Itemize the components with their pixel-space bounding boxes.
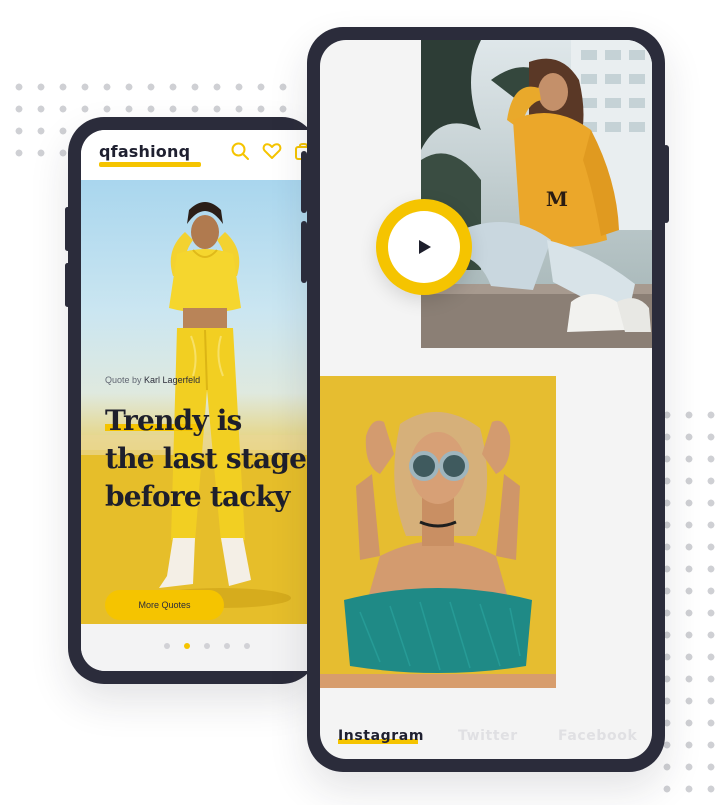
phone-side-button: [301, 221, 307, 283]
tab-facebook[interactable]: Facebook: [558, 728, 637, 744]
heart-icon[interactable]: [261, 140, 283, 162]
pager-dot[interactable]: [164, 643, 170, 649]
more-quotes-button[interactable]: More Quotes: [105, 590, 224, 620]
photo-model-sunglasses[interactable]: [320, 376, 556, 688]
showcase-stage: qfashionq Quote by Karl Lagerfeld Trendy…: [0, 0, 719, 805]
quote-attribution: Quote by Karl Lagerfeld: [105, 375, 200, 385]
social-tabs: Instagram Twitter Facebook: [320, 722, 652, 752]
play-button[interactable]: [388, 211, 460, 283]
quote-by-prefix: Quote by: [105, 375, 142, 385]
left-phone-screen: qfashionq Quote by Karl Lagerfeld Trendy…: [81, 130, 318, 671]
brand-logo[interactable]: qfashionq: [99, 142, 190, 161]
play-icon: [419, 240, 431, 254]
pager-dot[interactable]: [204, 643, 210, 649]
search-icon[interactable]: [229, 140, 251, 162]
model-sunglasses-illustration: [320, 376, 556, 688]
carousel-pager: [164, 643, 250, 649]
model-sitting-illustration: M: [421, 40, 652, 348]
phone-side-button: [663, 145, 669, 223]
dot-grid-decoration: [656, 404, 719, 796]
phone-side-button: [301, 151, 307, 213]
logo-underline: [99, 162, 201, 167]
photo-model-sitting[interactable]: M: [421, 40, 652, 348]
app-header: qfashionq: [81, 130, 318, 180]
carousel-footer: [81, 624, 318, 671]
pager-dot[interactable]: [244, 643, 250, 649]
svg-text:M: M: [546, 187, 568, 211]
phone-side-button: [65, 263, 70, 307]
phone-side-button: [65, 207, 70, 251]
quote-author: Karl Lagerfeld: [144, 375, 201, 385]
pager-dot[interactable]: [224, 643, 230, 649]
tab-twitter[interactable]: Twitter: [458, 728, 518, 744]
tab-instagram[interactable]: Instagram: [338, 728, 424, 744]
quote-text: Trendy is the last stage before tacky: [105, 404, 307, 513]
video-play-ring: [376, 199, 472, 295]
pager-dot-active[interactable]: [184, 643, 190, 649]
hero-image: Quote by Karl Lagerfeld Trendy is the la…: [81, 180, 318, 624]
right-phone-screen: M Instagram Twitter Facebook: [320, 40, 652, 759]
right-phone: M Instagram Twitter Facebook: [301, 27, 669, 772]
left-phone: qfashionq Quote by Karl Lagerfeld Trendy…: [65, 117, 318, 684]
